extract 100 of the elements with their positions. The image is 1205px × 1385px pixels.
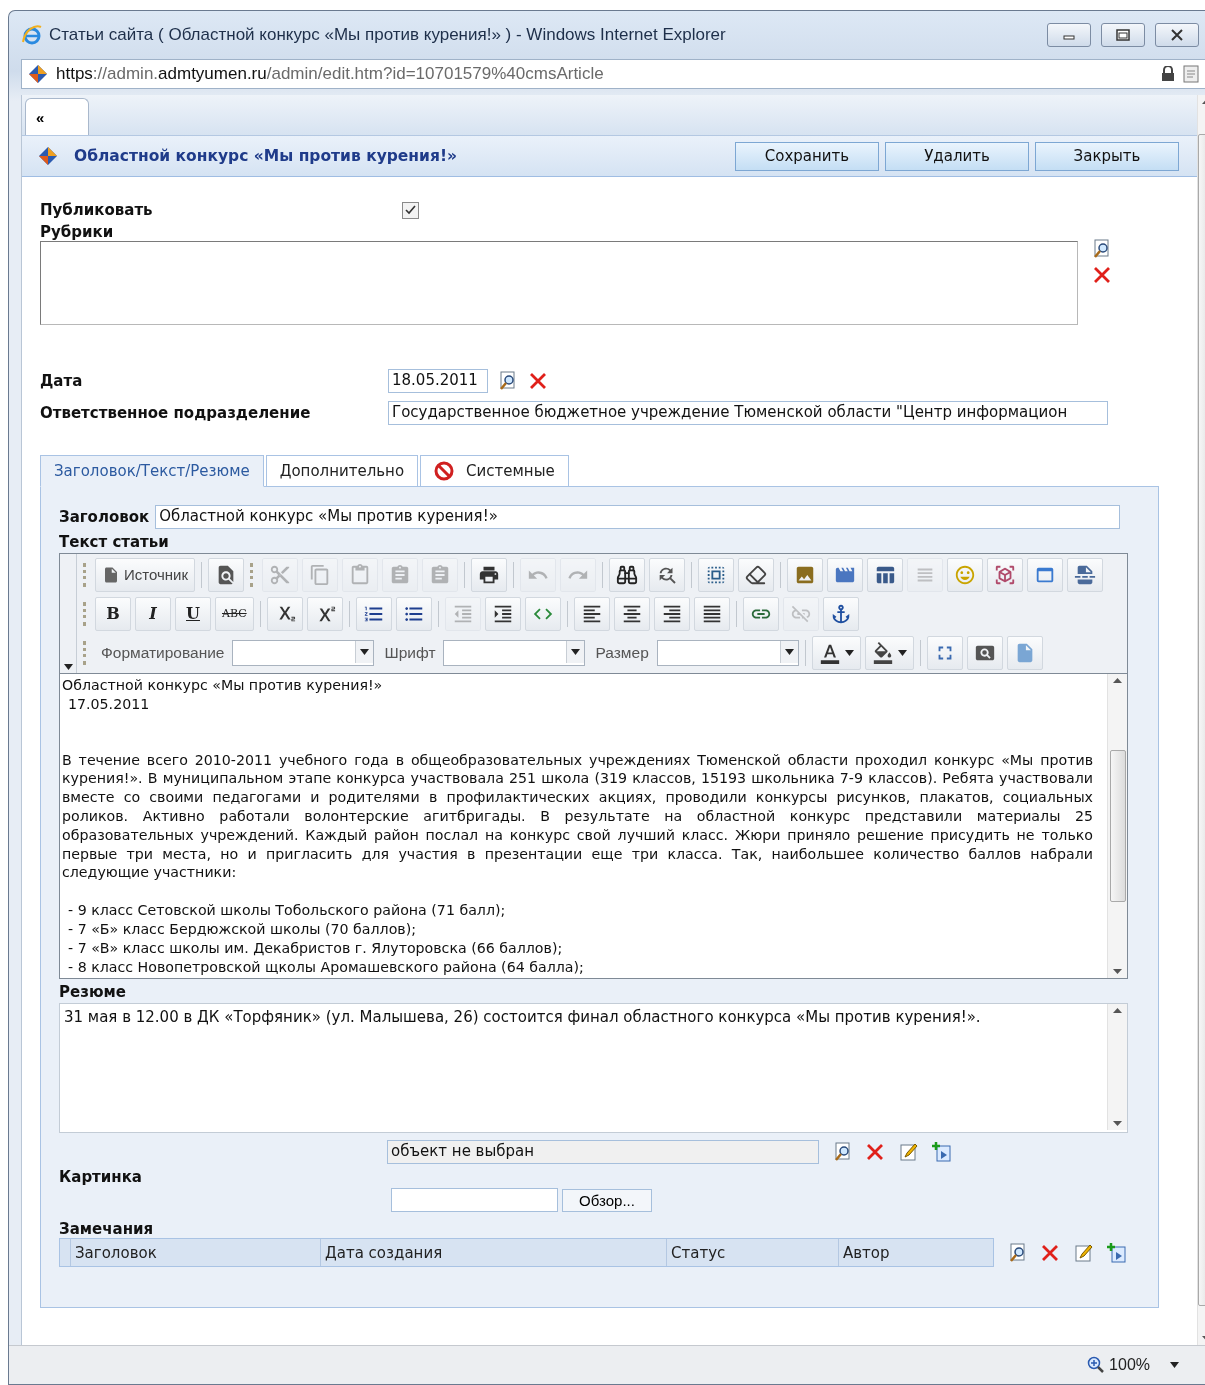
subscript-button[interactable] bbox=[266, 596, 303, 631]
scroll-down-icon[interactable] bbox=[1113, 969, 1122, 974]
fill-color-button[interactable] bbox=[864, 635, 914, 670]
magnifier-icon[interactable] bbox=[833, 1142, 853, 1163]
dropdown-label: Шрифт bbox=[384, 643, 436, 662]
binoculars-button[interactable] bbox=[609, 557, 646, 592]
column-header[interactable]: Автор bbox=[838, 1239, 993, 1267]
table-button[interactable] bbox=[867, 557, 904, 592]
dropdown-label: Форматирование bbox=[101, 643, 225, 662]
delete-icon[interactable] bbox=[1092, 265, 1112, 285]
source-button[interactable]: Источник bbox=[95, 557, 196, 592]
column-header[interactable]: Заголовок bbox=[70, 1239, 320, 1267]
align-left-button[interactable] bbox=[573, 596, 610, 631]
link-button[interactable] bbox=[742, 596, 779, 631]
caret-icon bbox=[844, 649, 854, 656]
field-label: Дата bbox=[40, 372, 84, 390]
browser-logo-icon bbox=[21, 24, 43, 46]
close-button[interactable] bbox=[1155, 23, 1199, 47]
action-button[interactable]: Сохранить bbox=[735, 141, 879, 171]
field-label: Замечания bbox=[59, 1220, 155, 1239]
align-center-button[interactable] bbox=[613, 596, 650, 631]
eraser-button[interactable] bbox=[738, 557, 775, 592]
maximize-icon bbox=[1116, 29, 1130, 41]
page-search-button[interactable] bbox=[966, 635, 1003, 670]
dropdown-field[interactable] bbox=[443, 639, 586, 666]
publish-checkbox[interactable] bbox=[402, 201, 419, 219]
scissors-icon bbox=[269, 563, 292, 586]
logo-icon bbox=[38, 146, 58, 166]
file-field[interactable] bbox=[391, 1188, 558, 1213]
page-search-button[interactable] bbox=[208, 557, 245, 592]
tab-label: Системные bbox=[466, 462, 555, 480]
tab[interactable]: Системные bbox=[420, 455, 569, 487]
indent-button[interactable] bbox=[484, 596, 521, 631]
page-break-button[interactable] bbox=[1067, 557, 1104, 592]
bold-button[interactable]: B bbox=[95, 596, 131, 631]
action-button[interactable]: Удалить bbox=[885, 141, 1029, 171]
rubrics-field[interactable] bbox=[40, 241, 1078, 325]
caret-icon bbox=[784, 648, 794, 655]
summary-field[interactable]: 31 мая в 12.00 в ДК «Торфяник» (ул. Малышева, 26) состоится финал областного конкурса «Мы против курения!». bbox=[59, 1003, 1128, 1134]
select-all-button[interactable] bbox=[698, 557, 735, 592]
delete-icon[interactable] bbox=[528, 371, 548, 391]
date-field[interactable]: 18.05.2011 bbox=[388, 369, 488, 393]
department-field[interactable]: Государственное бюджетное учреждение Тюменской области "Центр информацион bbox=[388, 401, 1108, 425]
magnifier-icon[interactable] bbox=[1092, 239, 1112, 259]
scroll-up-icon[interactable] bbox=[1113, 678, 1122, 683]
image-button[interactable] bbox=[787, 557, 824, 592]
scroll-up-icon[interactable] bbox=[1113, 1008, 1122, 1014]
italic-button[interactable]: I bbox=[135, 596, 171, 631]
printer-button[interactable] bbox=[471, 557, 508, 592]
logo-icon bbox=[28, 64, 48, 84]
caret-icon bbox=[360, 648, 370, 655]
anchor-button[interactable] bbox=[822, 596, 859, 631]
object-field[interactable]: объект не выбран bbox=[387, 1140, 819, 1165]
dropdown-field[interactable] bbox=[656, 639, 799, 666]
column-header[interactable]: Статус bbox=[666, 1239, 838, 1267]
close-icon bbox=[1170, 29, 1184, 41]
prohibited-icon bbox=[434, 461, 455, 481]
caret-icon bbox=[571, 648, 581, 655]
zoom-level[interactable]: 100% bbox=[1109, 1356, 1150, 1374]
align-right-button[interactable] bbox=[653, 596, 690, 631]
magnifier-icon[interactable] bbox=[498, 371, 518, 391]
add-icon[interactable] bbox=[1106, 1241, 1128, 1264]
pencil-icon[interactable] bbox=[899, 1142, 919, 1163]
browse-button[interactable]: Обзор... bbox=[562, 1188, 652, 1212]
scroll-down-icon[interactable] bbox=[1113, 1121, 1122, 1127]
strikethrough-button[interactable]: ABC bbox=[215, 596, 254, 631]
column-header[interactable]: Дата создания bbox=[320, 1239, 666, 1267]
add-icon[interactable] bbox=[931, 1141, 953, 1164]
bulleted-list-button[interactable] bbox=[395, 596, 432, 631]
field-label: Публиковать bbox=[40, 201, 154, 219]
collapse-tab[interactable]: « bbox=[25, 98, 89, 135]
action-button[interactable]: Закрыть bbox=[1035, 141, 1179, 171]
window-button[interactable] bbox=[1027, 557, 1064, 592]
scroll-thumb[interactable] bbox=[1109, 750, 1126, 902]
pencil-icon[interactable] bbox=[1074, 1242, 1094, 1263]
magnifier-icon[interactable] bbox=[1008, 1242, 1028, 1263]
binoculars-icon bbox=[616, 563, 639, 586]
field-label: Заголовок bbox=[59, 508, 150, 526]
tab[interactable]: Заголовок/Текст/Резюме bbox=[40, 455, 264, 487]
minimize-button[interactable] bbox=[1047, 23, 1091, 47]
cube-button[interactable] bbox=[987, 557, 1024, 592]
text-color-button[interactable] bbox=[811, 635, 861, 670]
delete-icon[interactable] bbox=[1040, 1242, 1060, 1263]
maximize-button[interactable] bbox=[1101, 23, 1145, 47]
field-label: Рубрики bbox=[40, 223, 115, 241]
document-icon bbox=[102, 565, 120, 584]
field-label: Резюме bbox=[59, 983, 127, 1002]
scrollbar[interactable] bbox=[1107, 1004, 1127, 1131]
scrollbar[interactable] bbox=[1107, 674, 1127, 978]
dropdown-field[interactable] bbox=[232, 639, 375, 666]
lock-icon bbox=[1161, 66, 1175, 82]
smiley-icon bbox=[954, 563, 977, 586]
superscript-button[interactable] bbox=[306, 596, 343, 631]
underline-button[interactable]: U bbox=[175, 596, 211, 631]
replace-button[interactable] bbox=[649, 557, 686, 592]
tab[interactable]: Дополнительно bbox=[265, 455, 419, 487]
align-justify-button[interactable] bbox=[693, 596, 730, 631]
numbered-list-button[interactable] bbox=[355, 596, 392, 631]
film-button[interactable] bbox=[827, 557, 864, 592]
title-field[interactable]: Областной конкурс «Мы против курения!» bbox=[155, 505, 1121, 529]
